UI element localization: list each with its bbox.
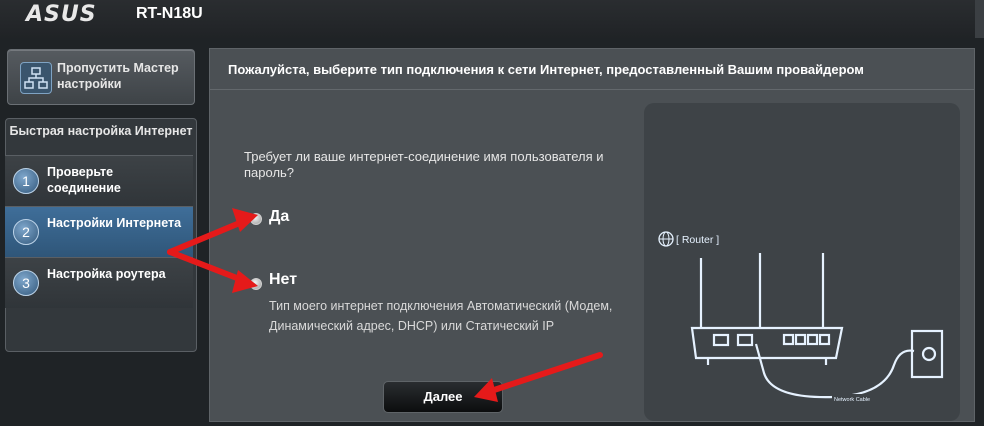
model-name: RT-N18U bbox=[136, 5, 203, 22]
network-icon bbox=[20, 62, 52, 94]
option-no-description: Тип моего интернет подключения Автоматич… bbox=[269, 299, 613, 333]
sidebar: Пропустить Мастер настройки Быстрая наст… bbox=[0, 38, 200, 420]
router-drawing bbox=[690, 253, 944, 399]
step-number: 1 bbox=[13, 168, 39, 194]
step-number: 3 bbox=[13, 270, 39, 296]
skip-wizard-label: Пропустить Мастер настройки bbox=[57, 61, 179, 91]
router-illustration: [ Router ] Network Cable bbox=[644, 103, 960, 421]
router-label: [ Router ] bbox=[676, 234, 719, 246]
radio-no[interactable] bbox=[250, 278, 262, 290]
option-no-label[interactable]: Нет bbox=[269, 271, 297, 289]
next-button[interactable]: Далее bbox=[383, 381, 503, 413]
step-label: Настройки Интернета bbox=[47, 216, 182, 230]
top-header: ASUS RT-N18U bbox=[0, 0, 984, 38]
asus-logo: ASUS bbox=[26, 2, 97, 27]
globe-icon bbox=[658, 231, 674, 247]
step-check-connection[interactable]: 1 Проверьте соединение bbox=[5, 155, 193, 206]
main-header: Пожалуйста, выберите тип подключения к с… bbox=[210, 49, 974, 90]
radio-yes[interactable] bbox=[250, 213, 262, 225]
page-title: Пожалуйста, выберите тип подключения к с… bbox=[228, 62, 864, 77]
cable-label: Network Cable bbox=[834, 397, 870, 403]
option-yes-label[interactable]: Да bbox=[269, 208, 289, 226]
step-label: Настройка роутера bbox=[47, 267, 166, 281]
quick-setup-title: Быстрая настройка Интернет bbox=[9, 124, 193, 138]
main-panel: Пожалуйста, выберите тип подключения к с… bbox=[209, 48, 975, 422]
auth-question: Требует ли ваше интернет-соединение имя … bbox=[244, 149, 604, 180]
step-internet-settings[interactable]: 2 Настройки Интернета bbox=[5, 206, 193, 257]
skip-wizard-button[interactable]: Пропустить Мастер настройки bbox=[7, 49, 195, 105]
step-label: Проверьте соединение bbox=[47, 165, 121, 195]
header-edge bbox=[975, 0, 984, 38]
step-number: 2 bbox=[13, 219, 39, 245]
step-router-setup[interactable]: 3 Настройка роутера bbox=[5, 257, 193, 308]
